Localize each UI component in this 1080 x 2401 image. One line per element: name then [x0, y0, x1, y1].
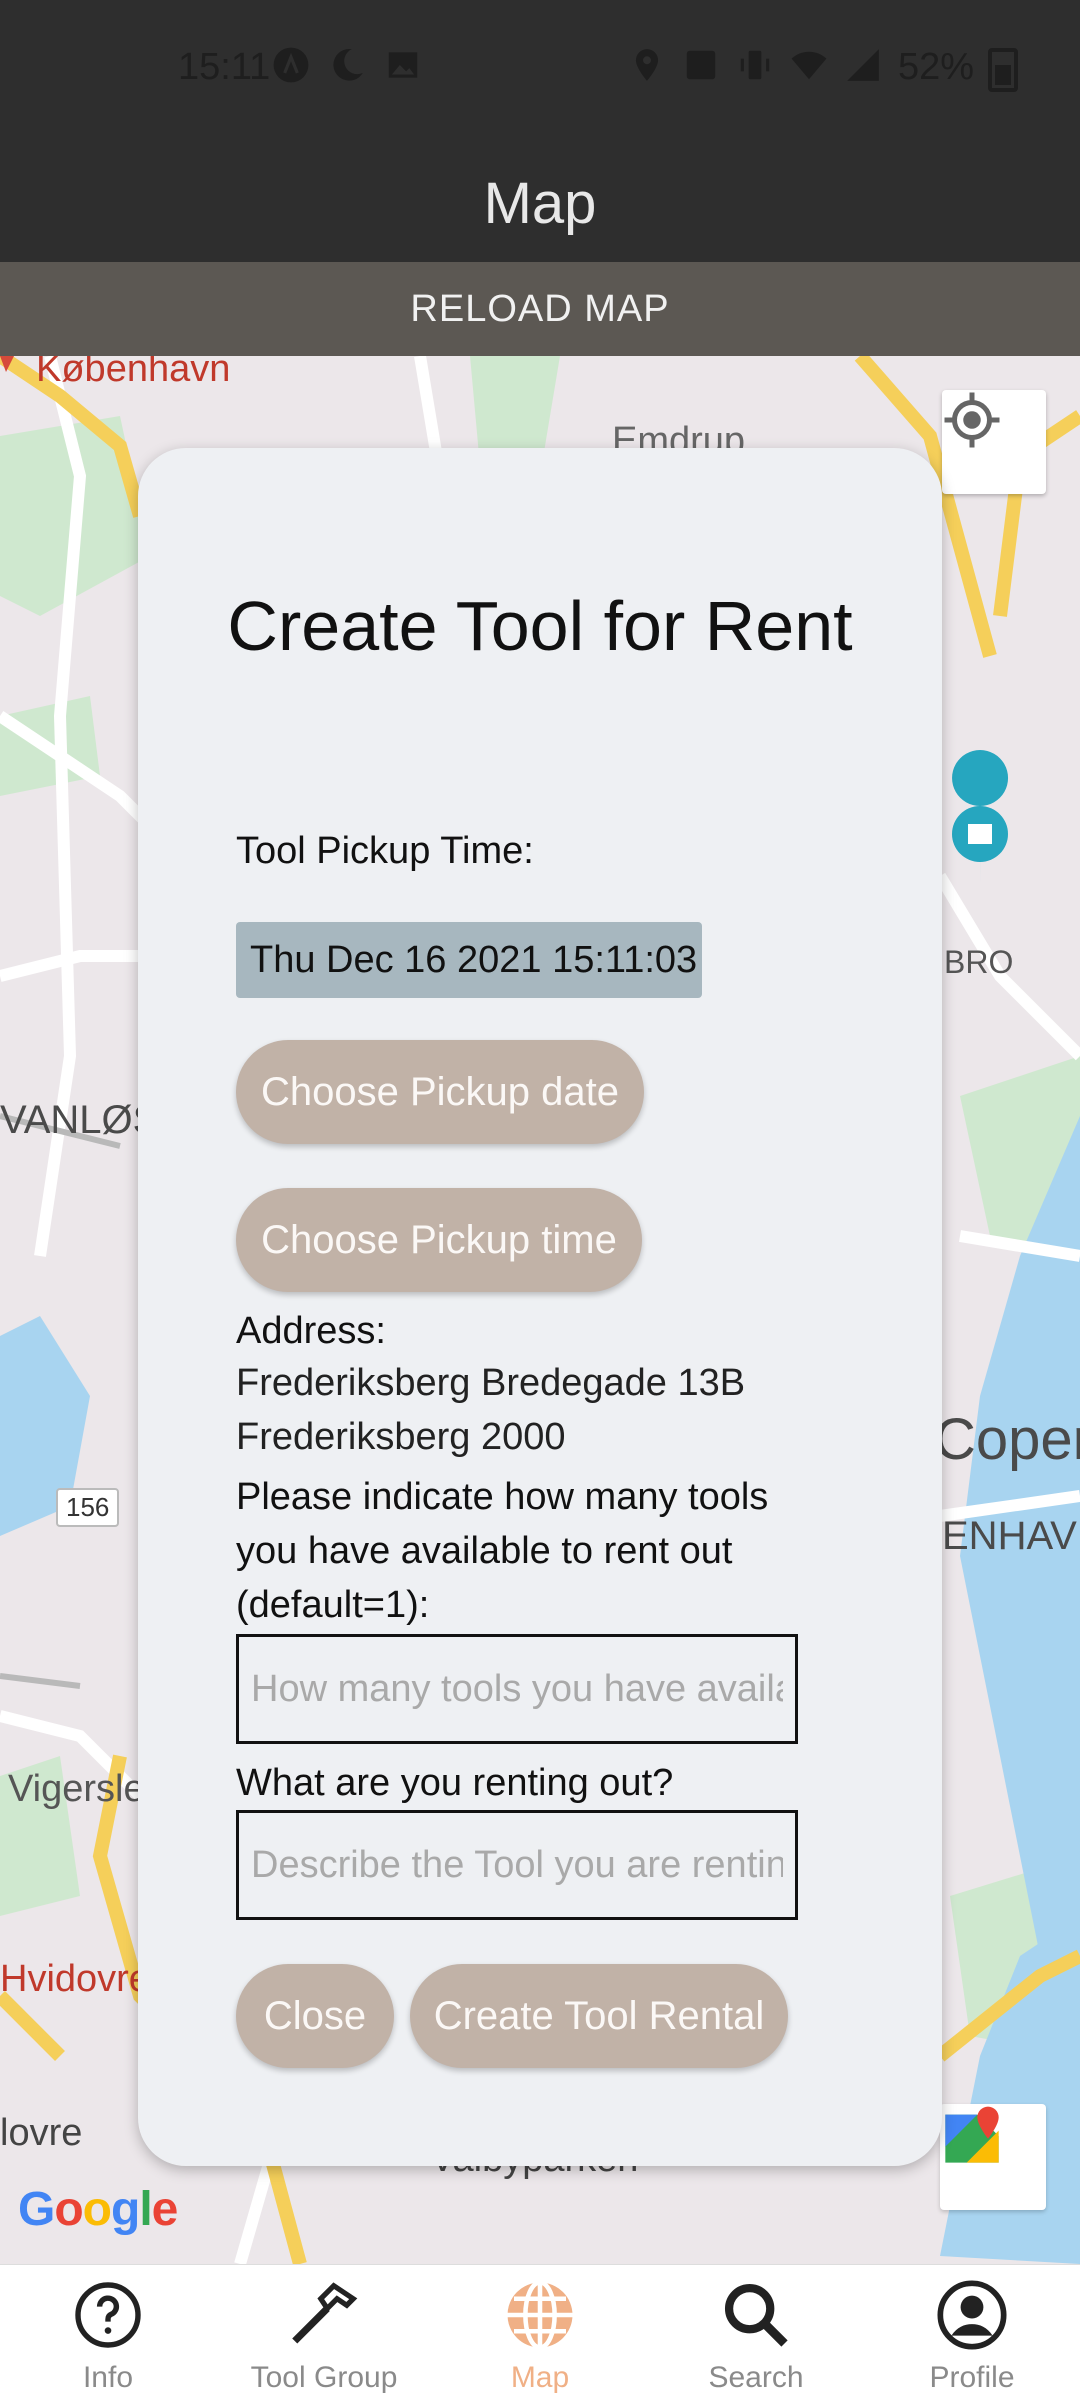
notification-app-icon	[273, 47, 309, 83]
choose-pickup-time-button[interactable]: Choose Pickup time	[236, 1188, 642, 1292]
close-button[interactable]: Close	[236, 1964, 394, 2068]
google-maps-icon	[945, 2106, 999, 2163]
open-google-maps-button[interactable]	[940, 2104, 1046, 2210]
quantity-input[interactable]	[236, 1634, 798, 1744]
create-tool-rental-button[interactable]: Create Tool Rental	[410, 1964, 788, 2068]
hammer-icon	[292, 2282, 358, 2344]
museum-pin-icon[interactable]	[952, 750, 1009, 886]
pickup-time-value: Thu Dec 16 2021 15:11:03	[236, 922, 702, 998]
battery-icon	[988, 48, 1018, 92]
map-label-bro: BRO	[944, 944, 1014, 980]
map-label-hvidovre: Hvidovre	[0, 1958, 150, 2000]
battery-percent: 52%	[898, 46, 975, 88]
nav-label-profile: Profile	[929, 2361, 1015, 2394]
status-bar: 15:11 52%	[0, 0, 1080, 140]
location-icon	[635, 49, 659, 81]
nav-item-map[interactable]: Map	[432, 2265, 648, 2401]
map-label-vanlos: VANLØS	[0, 1098, 160, 1142]
pickup-time-label: Tool Pickup Time:	[236, 830, 534, 872]
nav-label-info: Info	[82, 2361, 134, 2394]
tool-description-input[interactable]	[236, 1810, 798, 1920]
crosshair-icon	[944, 392, 1000, 448]
choose-pickup-date-button[interactable]: Choose Pickup date	[236, 1040, 644, 1144]
my-location-button[interactable]	[942, 390, 1046, 494]
address-line-2: Frederiksberg 2000	[236, 1416, 566, 1458]
nav-label-tool-group: Tool Group	[250, 2361, 398, 2394]
account-circle-icon	[937, 2280, 1007, 2350]
map-label-enhav: ENHAV	[942, 1514, 1077, 1558]
globe-icon	[507, 2280, 573, 2350]
modal-title: Create Tool for Rent	[227, 587, 853, 665]
map-label-kobenhavn: København	[36, 356, 231, 390]
bottom-navigation: Info Tool Group Map Search Profile	[0, 2264, 1080, 2401]
create-tool-modal: Create Tool for Rent Tool Pickup Time: T…	[138, 448, 942, 2166]
nav-label-map: Map	[510, 2361, 570, 2394]
nav-item-profile[interactable]: Profile	[864, 2265, 1080, 2401]
nav-label-search: Search	[708, 2361, 804, 2394]
vibrate-icon	[740, 50, 770, 80]
image-icon	[388, 52, 418, 78]
quantity-question: Please indicate how many tools you have …	[236, 1476, 769, 1626]
description-question: What are you renting out?	[236, 1762, 674, 1804]
nav-item-tool-group[interactable]: Tool Group	[216, 2265, 432, 2401]
help-circle-icon	[75, 2282, 141, 2348]
moon-icon	[333, 48, 363, 81]
wifi-icon	[791, 51, 827, 80]
address-label: Address:	[236, 1310, 386, 1352]
address-line-1: Frederiksberg Bredegade 13B	[236, 1362, 746, 1404]
map-label-ovre: lovre	[0, 2112, 83, 2154]
map-label-copenhagen: Copen	[934, 1407, 1080, 1472]
reload-map-button[interactable]: RELOAD MAP	[0, 262, 1080, 358]
nav-item-info[interactable]: Info	[0, 2265, 216, 2401]
volte-icon	[686, 50, 716, 80]
app-header: Map	[0, 140, 1080, 262]
road-number-badge: 156	[56, 1488, 120, 1527]
status-time: 15:11	[178, 46, 271, 88]
signal-icon	[847, 49, 879, 81]
nav-item-search[interactable]: Search	[648, 2265, 864, 2401]
google-logo: Google	[18, 2183, 178, 2236]
page-title: Map	[483, 171, 597, 236]
search-icon	[724, 2283, 788, 2347]
